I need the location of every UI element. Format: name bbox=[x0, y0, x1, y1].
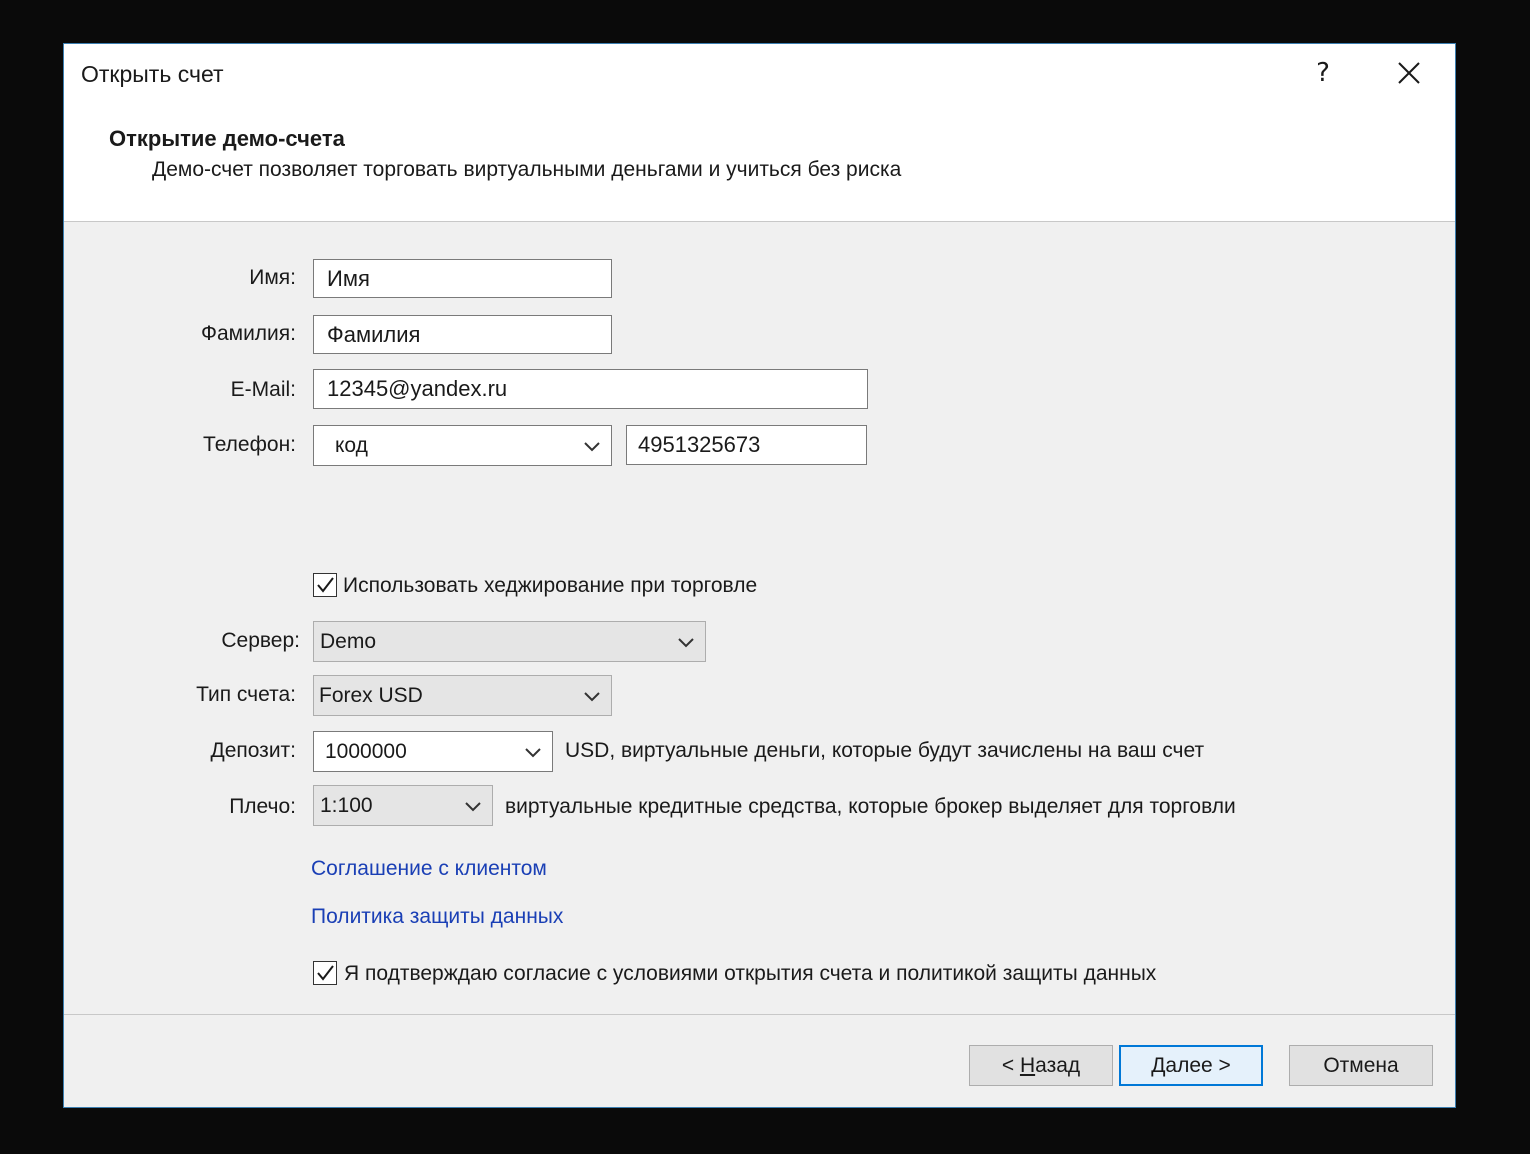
back-button[interactable]: < Назад bbox=[969, 1045, 1113, 1086]
server-select[interactable]: Demo bbox=[313, 621, 706, 662]
leverage-label: Плечо: bbox=[229, 795, 296, 818]
chevron-down-icon bbox=[525, 747, 541, 757]
deposit-label: Депозит: bbox=[210, 739, 296, 762]
phone-code-value: код bbox=[335, 433, 368, 457]
chevron-down-icon bbox=[678, 637, 694, 647]
hedging-label[interactable]: Использовать хеджирование при торговле bbox=[343, 574, 757, 598]
footer-divider bbox=[64, 1014, 1455, 1015]
page-subheading: Демо-счет позволяет торговать виртуальны… bbox=[152, 158, 902, 181]
email-field[interactable]: 12345@yandex.ru bbox=[313, 369, 868, 409]
first-name-field[interactable]: Имя bbox=[313, 259, 612, 298]
chevron-down-icon bbox=[465, 801, 481, 811]
page-heading: Открытие демо-счета bbox=[109, 126, 345, 151]
server-value: Demo bbox=[320, 629, 377, 653]
account-type-label: Тип счета: bbox=[196, 683, 296, 706]
close-button[interactable] bbox=[1391, 58, 1427, 90]
consent-label[interactable]: Я подтверждаю согласие с условиями откры… bbox=[344, 962, 1156, 986]
next-button[interactable]: Далее > bbox=[1119, 1045, 1263, 1086]
back-button-accel: Н bbox=[1019, 1053, 1036, 1077]
client-agreement-link[interactable]: Соглашение с клиентом bbox=[311, 857, 547, 881]
help-button[interactable]: ? bbox=[1308, 56, 1338, 90]
privacy-policy-link[interactable]: Политика защиты данных bbox=[311, 905, 563, 929]
cancel-button[interactable]: Отмена bbox=[1289, 1045, 1433, 1086]
deposit-select[interactable]: 1000000 bbox=[313, 731, 553, 772]
checkmark-icon bbox=[317, 577, 334, 593]
last-name-field[interactable]: Фамилия bbox=[313, 315, 612, 354]
phone-code-select[interactable]: код bbox=[313, 425, 612, 466]
last-name-label: Фамилия: bbox=[200, 322, 296, 345]
close-icon bbox=[1398, 62, 1420, 84]
next-button-accel: Д bbox=[1151, 1053, 1166, 1077]
leverage-value: 1:100 bbox=[320, 793, 373, 817]
next-button-rest: алее > bbox=[1165, 1053, 1231, 1077]
back-button-rest: азад bbox=[1035, 1053, 1081, 1077]
deposit-value: 1000000 bbox=[325, 739, 407, 763]
leverage-hint: виртуальные кредитные средства, которые … bbox=[505, 795, 1236, 818]
deposit-hint: USD, виртуальные деньги, которые будут з… bbox=[565, 739, 1205, 762]
hedging-checkbox[interactable] bbox=[313, 573, 337, 597]
chevron-down-icon bbox=[584, 691, 600, 701]
back-button-prefix: < bbox=[1001, 1053, 1020, 1077]
email-label: E-Mail: bbox=[230, 378, 296, 401]
account-type-select[interactable]: Forex USD bbox=[313, 675, 612, 716]
window-title: Открыть счет bbox=[81, 61, 224, 87]
account-type-value: Forex USD bbox=[319, 683, 423, 707]
first-name-label: Имя: bbox=[249, 266, 296, 289]
open-account-dialog: Открыть счет ? Открытие демо-счета Демо-… bbox=[63, 43, 1456, 1108]
dialog-header: Открыть счет ? Открытие демо-счета Демо-… bbox=[64, 44, 1455, 222]
phone-number-field[interactable]: 4951325673 bbox=[626, 425, 867, 465]
chevron-down-icon bbox=[584, 441, 600, 451]
phone-label: Телефон: bbox=[203, 433, 296, 456]
consent-checkbox[interactable] bbox=[313, 961, 337, 985]
leverage-select[interactable]: 1:100 bbox=[313, 785, 493, 826]
checkmark-icon bbox=[317, 965, 334, 981]
server-label: Сервер: bbox=[221, 629, 300, 652]
